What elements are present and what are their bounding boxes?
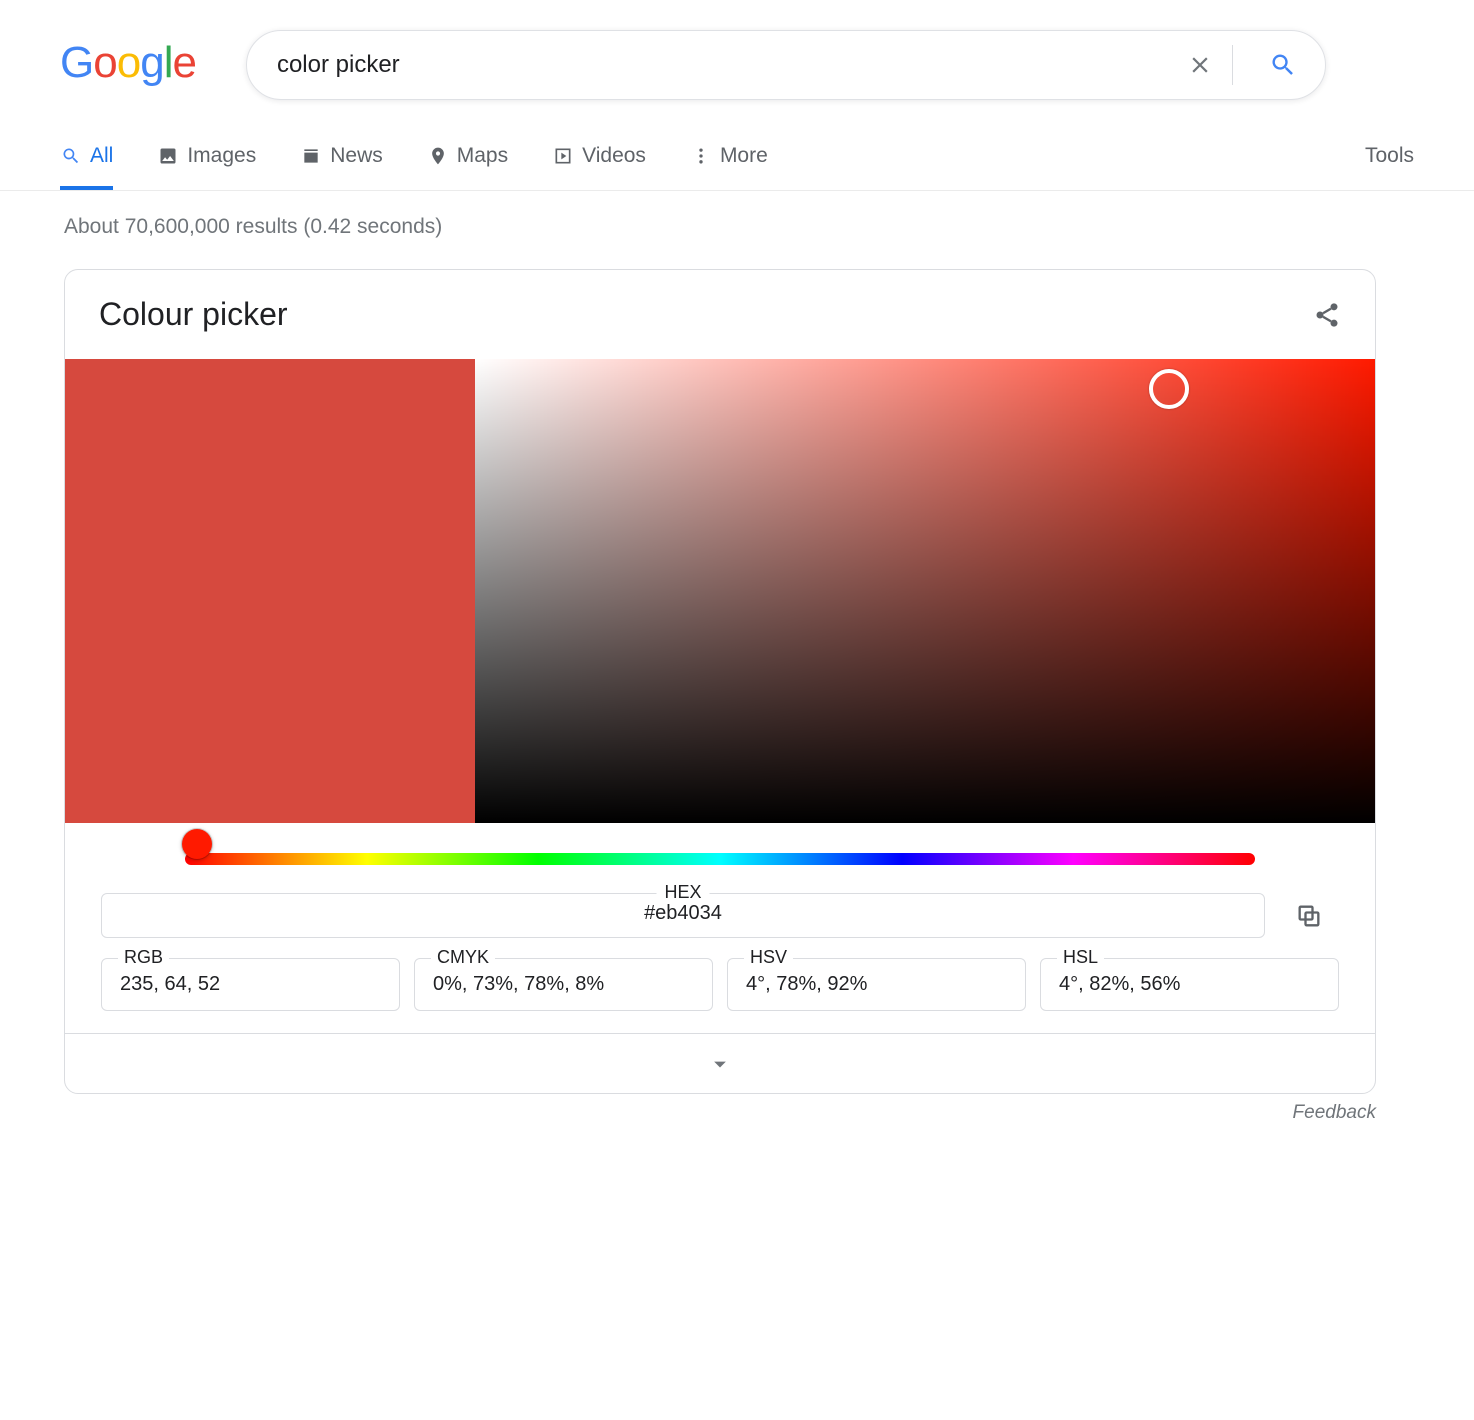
magnifier-icon [60, 145, 82, 167]
field-label: HSL [1057, 947, 1104, 968]
field-label: RGB [118, 947, 169, 968]
news-icon [300, 145, 322, 167]
field-value: 4°, 82%, 56% [1059, 973, 1320, 996]
hue-thumb[interactable] [182, 829, 212, 859]
tab-maps[interactable]: Maps [427, 144, 508, 190]
tab-label: Images [187, 144, 256, 168]
hsl-field[interactable]: HSL 4°, 82%, 56% [1040, 958, 1339, 1011]
cmyk-field[interactable]: CMYK 0%, 73%, 78%, 8% [414, 958, 713, 1011]
tab-label: More [720, 144, 768, 168]
tab-label: All [90, 144, 113, 168]
play-icon [552, 145, 574, 167]
tabs: All Images News Maps Videos More Tools [0, 114, 1474, 191]
hue-slider[interactable] [185, 853, 1255, 865]
field-label: HSV [744, 947, 793, 968]
field-label: CMYK [431, 947, 495, 968]
tab-more[interactable]: More [690, 144, 768, 190]
divider [1232, 45, 1233, 85]
feedback-link[interactable]: Feedback [64, 1102, 1376, 1164]
tab-images[interactable]: Images [157, 144, 256, 190]
chevron-down-icon [706, 1050, 734, 1078]
saturation-value-field[interactable] [475, 359, 1375, 823]
google-logo[interactable]: Google [60, 38, 196, 92]
clear-icon[interactable] [1186, 51, 1214, 79]
search-input[interactable] [275, 50, 1168, 80]
field-value: 4°, 78%, 92% [746, 973, 1007, 996]
expand-button[interactable] [65, 1033, 1375, 1093]
color-swatch [65, 359, 475, 823]
hex-label: HEX [656, 882, 709, 903]
dots-vertical-icon [690, 145, 712, 167]
map-pin-icon [427, 145, 449, 167]
color-picker-card: Colour picker HEX #eb4034 RGB 235, 64, 5… [64, 269, 1376, 1094]
tab-label: Maps [457, 144, 508, 168]
tab-all[interactable]: All [60, 144, 113, 190]
copy-icon[interactable] [1279, 893, 1339, 938]
tab-label: News [330, 144, 383, 168]
hex-value: #eb4034 [102, 902, 1264, 925]
hex-field[interactable]: HEX #eb4034 [101, 893, 1265, 938]
rgb-field[interactable]: RGB 235, 64, 52 [101, 958, 400, 1011]
image-icon [157, 145, 179, 167]
field-value: 0%, 73%, 78%, 8% [433, 973, 694, 996]
search-bar [246, 30, 1326, 100]
search-icon[interactable] [1269, 51, 1297, 79]
tab-label: Videos [582, 144, 646, 168]
result-stats: About 70,600,000 results (0.42 seconds) [0, 191, 1474, 239]
field-value: 235, 64, 52 [120, 973, 381, 996]
hsv-field[interactable]: HSV 4°, 78%, 92% [727, 958, 1026, 1011]
tab-videos[interactable]: Videos [552, 144, 646, 190]
tools-button[interactable]: Tools [1365, 144, 1414, 190]
share-icon[interactable] [1313, 301, 1341, 329]
sv-cursor[interactable] [1149, 369, 1189, 409]
tab-news[interactable]: News [300, 144, 383, 190]
card-title: Colour picker [99, 296, 288, 333]
